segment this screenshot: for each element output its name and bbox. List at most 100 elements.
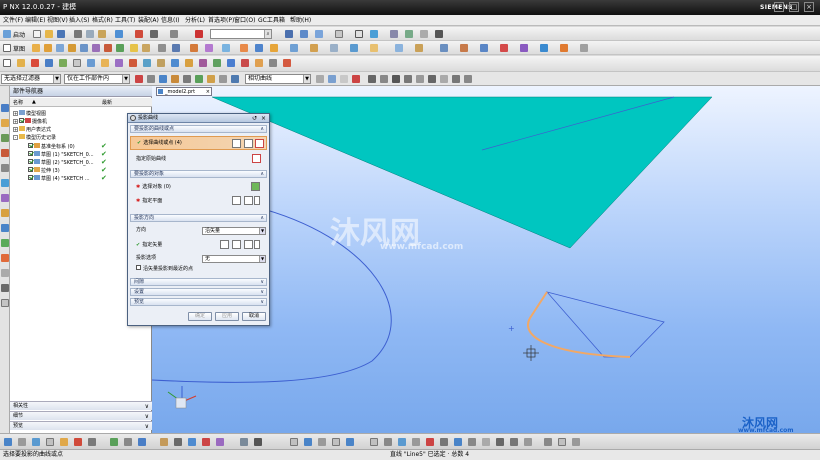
web-browser-icon[interactable] bbox=[1, 179, 9, 187]
arc-icon[interactable] bbox=[87, 59, 95, 67]
collapse-icon[interactable]: - bbox=[13, 135, 18, 140]
sketch-point-icon[interactable] bbox=[412, 438, 420, 446]
roles-icon[interactable] bbox=[1, 269, 9, 277]
plane-dialog-icon[interactable] bbox=[232, 196, 241, 205]
selection-scope-dropdown[interactable]: 仅在工作部件内 ▼ bbox=[64, 74, 130, 84]
section-details[interactable]: 细节 ∨ bbox=[10, 411, 152, 420]
column-recent[interactable]: 最新 bbox=[102, 99, 112, 106]
manufacturing-wizard-icon[interactable] bbox=[1, 254, 9, 262]
checkbox[interactable] bbox=[28, 159, 33, 164]
ellipse-icon[interactable] bbox=[171, 59, 179, 67]
group-settings[interactable]: 设置 ∨ bbox=[130, 288, 267, 296]
section-preview[interactable]: 预览 ∨ bbox=[10, 421, 152, 430]
unite-icon[interactable] bbox=[104, 44, 112, 52]
measure-distance-icon[interactable] bbox=[124, 438, 132, 446]
through-curves-icon[interactable] bbox=[310, 44, 318, 52]
menu-window[interactable]: 窗口(O) bbox=[234, 16, 255, 25]
expand-icon[interactable]: + bbox=[13, 119, 18, 124]
sketch-chamfer-icon[interactable] bbox=[346, 438, 354, 446]
menu-preferences[interactable]: 首选项(P) bbox=[208, 16, 234, 25]
snap-end-icon[interactable] bbox=[316, 75, 324, 83]
group-preview[interactable]: 预览 ∨ bbox=[130, 298, 267, 306]
nearest-point-row[interactable]: 沿矢量投影到最近的点 bbox=[130, 265, 267, 275]
hide-icon[interactable] bbox=[188, 438, 196, 446]
invert-show-hide-icon[interactable] bbox=[202, 438, 210, 446]
intersect-curve-icon[interactable] bbox=[500, 44, 508, 52]
tree-item-sketch-4[interactable]: 草图 (4) "SKETCH ... bbox=[28, 175, 90, 183]
sketch-polygon-icon[interactable] bbox=[384, 438, 392, 446]
menu-file[interactable]: 文件(F) bbox=[3, 16, 23, 25]
menu-insert[interactable]: 插入(S) bbox=[69, 16, 90, 25]
snap-control-icon[interactable] bbox=[340, 75, 348, 83]
inferred-plane-icon[interactable] bbox=[244, 196, 253, 205]
checkbox[interactable] bbox=[28, 151, 33, 156]
sketch-icon[interactable] bbox=[3, 44, 11, 52]
checkbox[interactable] bbox=[28, 143, 33, 148]
dialog-title-bar[interactable]: 投影曲线 ↺ × bbox=[128, 114, 269, 123]
reverse-direction-icon[interactable] bbox=[220, 240, 229, 249]
general-selection-icon[interactable] bbox=[147, 75, 155, 83]
projection-option-dropdown[interactable]: 无 ▼ bbox=[202, 255, 266, 263]
wcs-orient-icon[interactable] bbox=[88, 438, 96, 446]
window-icon[interactable] bbox=[170, 30, 178, 38]
snap-icon[interactable] bbox=[195, 30, 203, 38]
move-face-icon[interactable] bbox=[460, 44, 468, 52]
line-icon[interactable] bbox=[73, 59, 81, 67]
menu-gc-toolbox[interactable]: GC工具箱 bbox=[258, 16, 285, 25]
apply-button[interactable]: 应用 bbox=[215, 312, 239, 321]
start-icon[interactable] bbox=[3, 30, 11, 38]
process-studio-icon[interactable] bbox=[1, 239, 9, 247]
n-sided-icon[interactable] bbox=[350, 44, 358, 52]
face-rule-icon[interactable] bbox=[171, 75, 179, 83]
snap-existing-icon[interactable] bbox=[392, 75, 400, 83]
command-finder-icon[interactable] bbox=[150, 30, 158, 38]
sketch-trim-icon[interactable] bbox=[468, 438, 476, 446]
tree-item-extrude-3[interactable]: 拉伸 (3) bbox=[28, 167, 60, 175]
join-curve-icon[interactable] bbox=[560, 44, 568, 52]
point-icon[interactable] bbox=[59, 59, 67, 67]
bridge-curve-icon[interactable] bbox=[540, 44, 548, 52]
tree-item-model-history[interactable]: - 模型历史记录 bbox=[13, 134, 56, 142]
mirror-icon[interactable] bbox=[205, 44, 213, 52]
subtract-icon[interactable] bbox=[116, 44, 124, 52]
measure-angle-icon[interactable] bbox=[138, 438, 146, 446]
assembly-navigator-icon[interactable] bbox=[1, 104, 9, 112]
specify-origin-row[interactable]: 指定原始曲线 bbox=[130, 153, 267, 165]
measure-icon[interactable] bbox=[110, 438, 118, 446]
trim-curve-icon[interactable] bbox=[283, 59, 291, 67]
snap-mid-icon[interactable] bbox=[328, 75, 336, 83]
cancel-button[interactable]: 取消 bbox=[242, 312, 266, 321]
iso-curve-icon[interactable] bbox=[213, 59, 221, 67]
select-object-row[interactable]: ✱ 选择对象 (0) bbox=[130, 181, 267, 193]
start-label[interactable]: 启动 bbox=[13, 30, 25, 39]
checkbox[interactable] bbox=[19, 118, 24, 123]
curve-more-icon[interactable] bbox=[580, 44, 588, 52]
hd3d-tools-icon[interactable] bbox=[1, 164, 9, 172]
delete-icon[interactable] bbox=[135, 30, 143, 38]
gear-icon[interactable] bbox=[130, 115, 136, 121]
constraint-navigator-icon[interactable] bbox=[1, 119, 9, 127]
nearest-point-checkbox[interactable] bbox=[136, 265, 141, 270]
edge-display-icon[interactable] bbox=[355, 30, 363, 38]
trim-body-icon[interactable] bbox=[240, 44, 248, 52]
pattern-icon[interactable] bbox=[190, 44, 198, 52]
layer-icon[interactable] bbox=[370, 30, 378, 38]
snap-quadrant-icon[interactable] bbox=[380, 75, 388, 83]
save-icon[interactable] bbox=[57, 30, 65, 38]
tree-item-model-views[interactable]: + 模型视图 bbox=[13, 110, 46, 118]
pan-icon[interactable] bbox=[46, 438, 54, 446]
new-icon[interactable] bbox=[33, 30, 41, 38]
sketch-arc-icon[interactable] bbox=[304, 438, 312, 446]
edge-rule-icon[interactable] bbox=[195, 75, 203, 83]
section-curve-icon[interactable] bbox=[227, 59, 235, 67]
edge-blend-icon[interactable] bbox=[130, 44, 138, 52]
rotate-icon[interactable] bbox=[60, 438, 68, 446]
expand-icon[interactable]: + bbox=[13, 111, 18, 116]
new-sketch-icon[interactable] bbox=[3, 59, 11, 67]
project-curve-icon[interactable] bbox=[480, 44, 488, 52]
sketch-auto-constraint-icon[interactable] bbox=[544, 438, 552, 446]
spline-icon[interactable] bbox=[129, 59, 137, 67]
reference-icon[interactable] bbox=[1, 284, 9, 292]
sketch-extend-icon[interactable] bbox=[482, 438, 490, 446]
ok-button[interactable]: 确定 bbox=[188, 312, 212, 321]
